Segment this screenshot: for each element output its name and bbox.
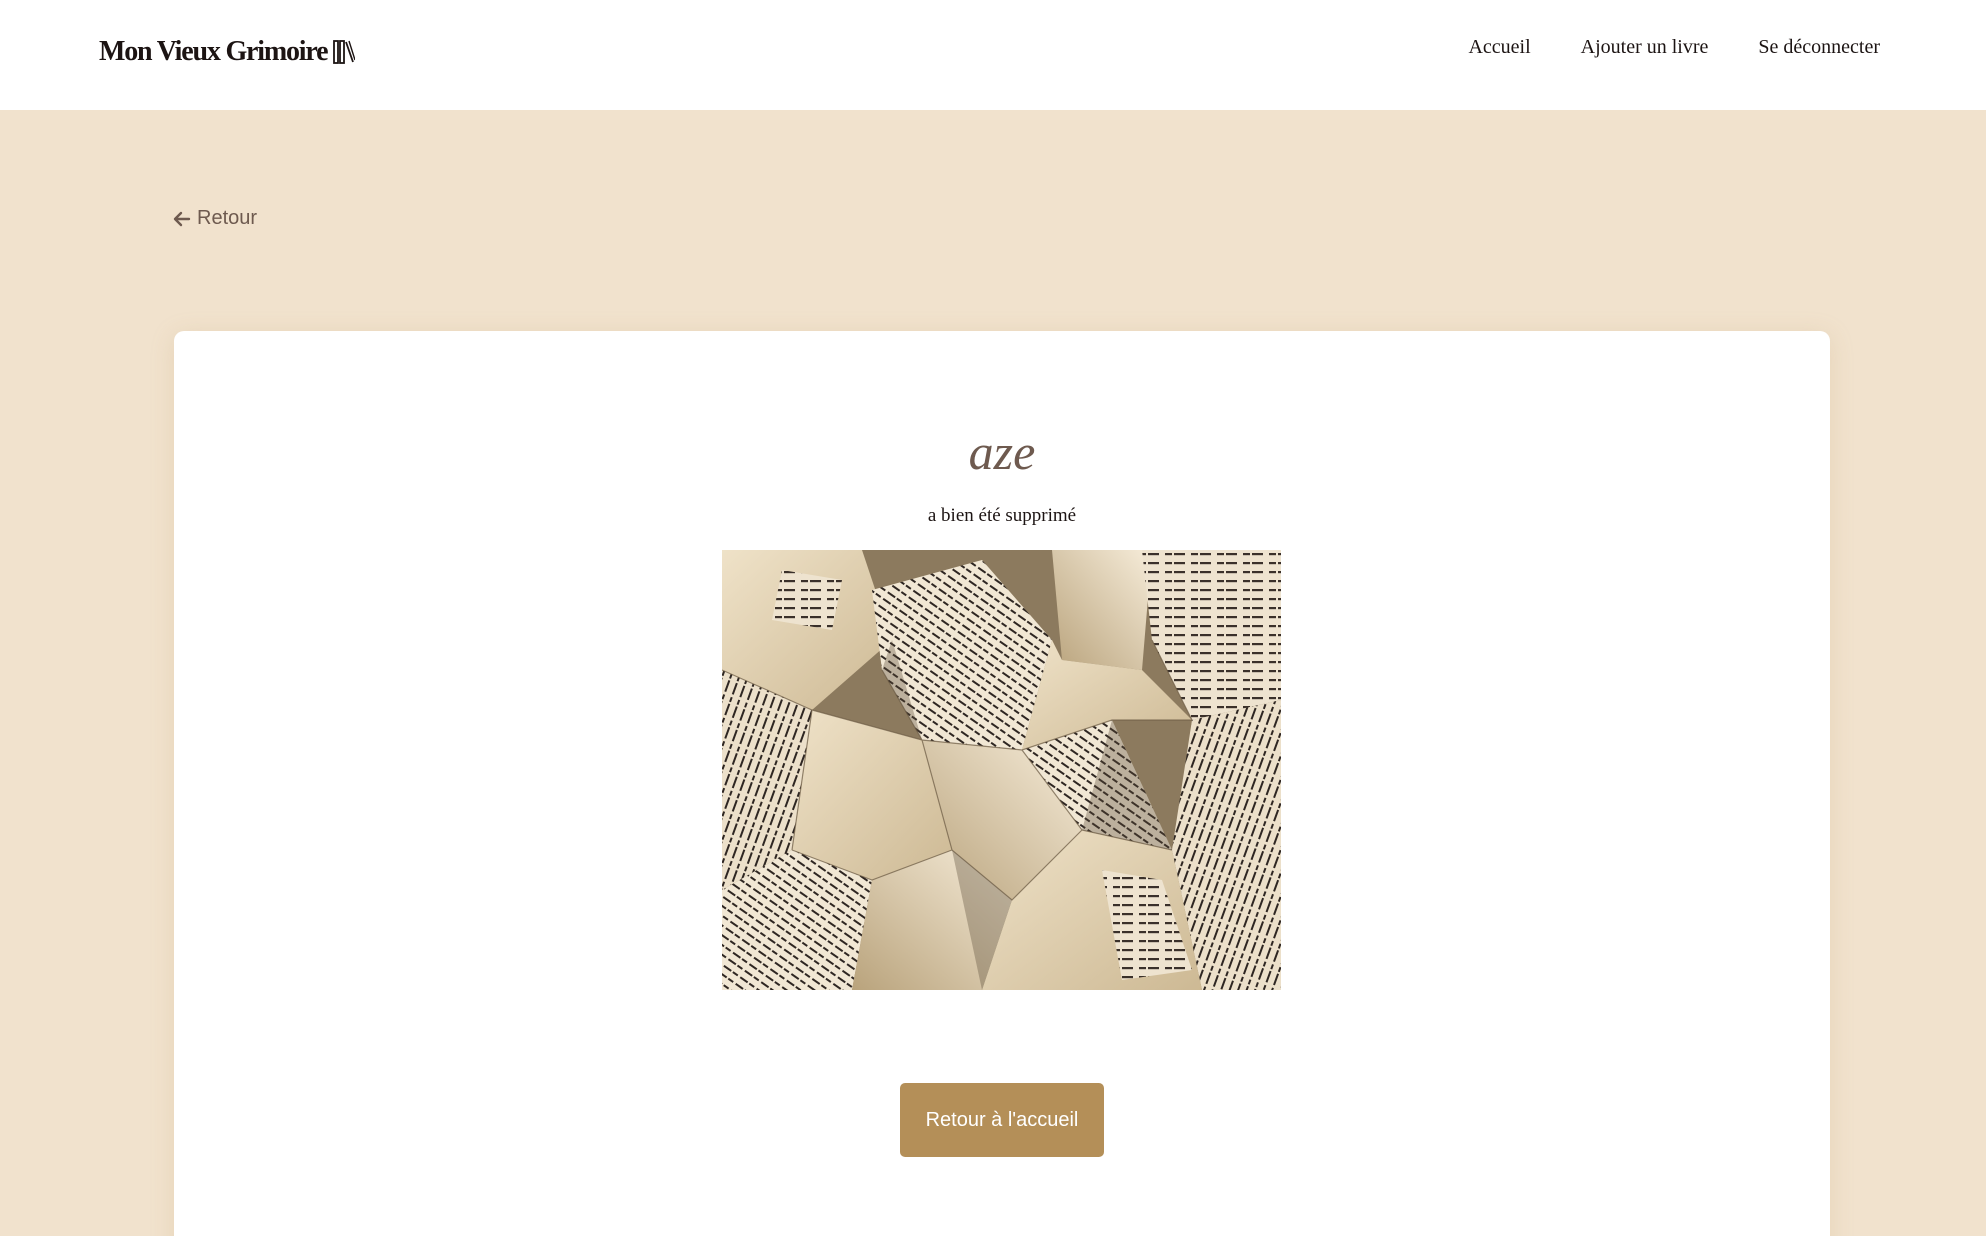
logo-text: Mon Vieux Grimoire [99, 36, 328, 67]
deletion-message: a bien été supprimé [927, 505, 1077, 526]
site-header: Mon Vieux Grimoire Accueil Ajouter un li… [0, 0, 1986, 110]
crumpled-book-pages-image [722, 550, 1281, 990]
nav-logout-link[interactable]: Se déconnecter [1758, 36, 1880, 59]
deletion-confirmation-card: aze a bien été supprimé Retour à l'accue… [174, 331, 1830, 1236]
back-to-home-button[interactable]: Retour à l'accueil [900, 1083, 1104, 1157]
site-logo[interactable]: Mon Vieux Grimoire [99, 36, 356, 68]
nav-home-link[interactable]: Accueil [1468, 36, 1530, 59]
deleted-book-title: aze [968, 424, 1036, 480]
back-link-label: Retour [197, 207, 258, 229]
nav-add-book-link[interactable]: Ajouter un livre [1581, 36, 1709, 59]
books-icon [333, 39, 356, 65]
arrow-left-icon [173, 210, 191, 228]
back-link[interactable]: Retour [173, 207, 257, 230]
main-nav: Accueil Ajouter un livre Se déconnecter [1468, 36, 1880, 59]
